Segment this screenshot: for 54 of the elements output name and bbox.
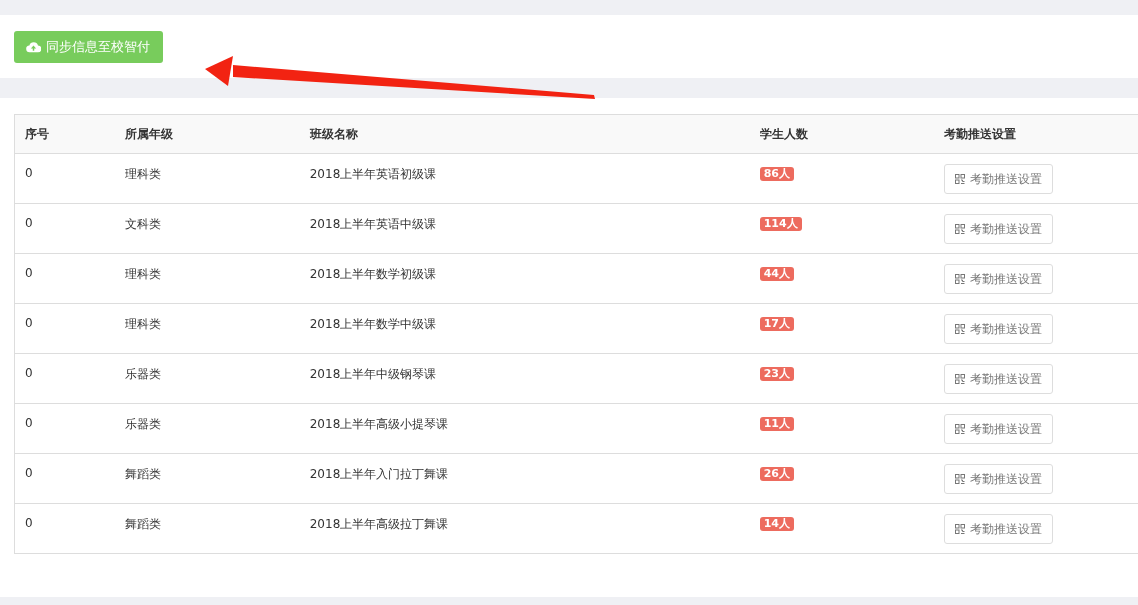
grade-cell: 乐器类 — [115, 403, 300, 454]
class-name-cell: 2018上半年中级钢琴课 — [299, 353, 750, 404]
column-header: 序号 — [14, 114, 116, 154]
index-cell: 0 — [14, 453, 116, 504]
grade-cell: 理科类 — [115, 153, 300, 204]
index-cell: 0 — [14, 353, 116, 404]
attendance-push-button[interactable]: 考勤推送设置 — [944, 514, 1054, 544]
class-name-cell: 2018上半年英语中级课 — [299, 203, 750, 254]
student-count-badge: 26人 — [759, 467, 794, 481]
qr-code-icon — [955, 524, 966, 534]
class-name-cell: 2018上半年入门拉丁舞课 — [299, 453, 750, 504]
index-cell: 0 — [14, 153, 116, 204]
attendance-push-button[interactable]: 考勤推送设置 — [944, 214, 1054, 244]
index-cell: 0 — [14, 303, 116, 354]
class-name-cell: 2018上半年高级小提琴课 — [299, 403, 750, 454]
class-name-cell: 2018上半年数学中级课 — [299, 303, 750, 354]
grade-cell: 文科类 — [115, 203, 300, 254]
column-header: 所属年级 — [115, 114, 300, 154]
class-name-cell: 2018上半年高级拉丁舞课 — [299, 503, 750, 554]
grade-cell: 舞蹈类 — [115, 453, 300, 504]
qr-code-icon — [955, 374, 966, 384]
grade-cell: 舞蹈类 — [115, 503, 300, 554]
attendance-push-button[interactable]: 考勤推送设置 — [944, 314, 1054, 344]
attendance-push-button[interactable]: 考勤推送设置 — [944, 164, 1054, 194]
qr-code-icon — [955, 224, 966, 234]
qr-code-icon — [955, 324, 966, 334]
grade-cell: 乐器类 — [115, 353, 300, 404]
attendance-push-button[interactable]: 考勤推送设置 — [944, 414, 1054, 444]
qr-code-icon — [955, 474, 966, 484]
student-count-badge: 86人 — [759, 167, 794, 181]
student-count-badge: 114人 — [759, 217, 802, 231]
cloud-upload-icon — [26, 41, 41, 53]
qr-code-icon — [955, 274, 966, 284]
class-name-cell: 2018上半年数学初级课 — [299, 253, 750, 304]
student-count-badge: 23人 — [759, 367, 794, 381]
student-count-badge: 14人 — [759, 517, 794, 531]
column-header: 考勤推送设置 — [934, 114, 1138, 154]
student-count-badge: 11人 — [759, 417, 794, 431]
column-header: 班级名称 — [299, 114, 750, 154]
grade-cell: 理科类 — [115, 253, 300, 304]
student-count-badge: 44人 — [759, 267, 794, 281]
student-count-badge: 17人 — [759, 317, 794, 331]
index-cell: 0 — [14, 503, 116, 554]
column-header: 学生人数 — [749, 114, 935, 154]
attendance-push-button[interactable]: 考勤推送设置 — [944, 364, 1054, 394]
index-cell: 0 — [14, 253, 116, 304]
class-name-cell: 2018上半年英语初级课 — [299, 153, 750, 204]
attendance-push-button[interactable]: 考勤推送设置 — [944, 464, 1054, 494]
grade-cell: 理科类 — [115, 303, 300, 354]
qr-code-icon — [955, 424, 966, 434]
index-cell: 0 — [14, 403, 116, 454]
index-cell: 0 — [14, 203, 116, 254]
attendance-push-button[interactable]: 考勤推送设置 — [944, 264, 1054, 294]
qr-code-icon — [955, 174, 966, 184]
